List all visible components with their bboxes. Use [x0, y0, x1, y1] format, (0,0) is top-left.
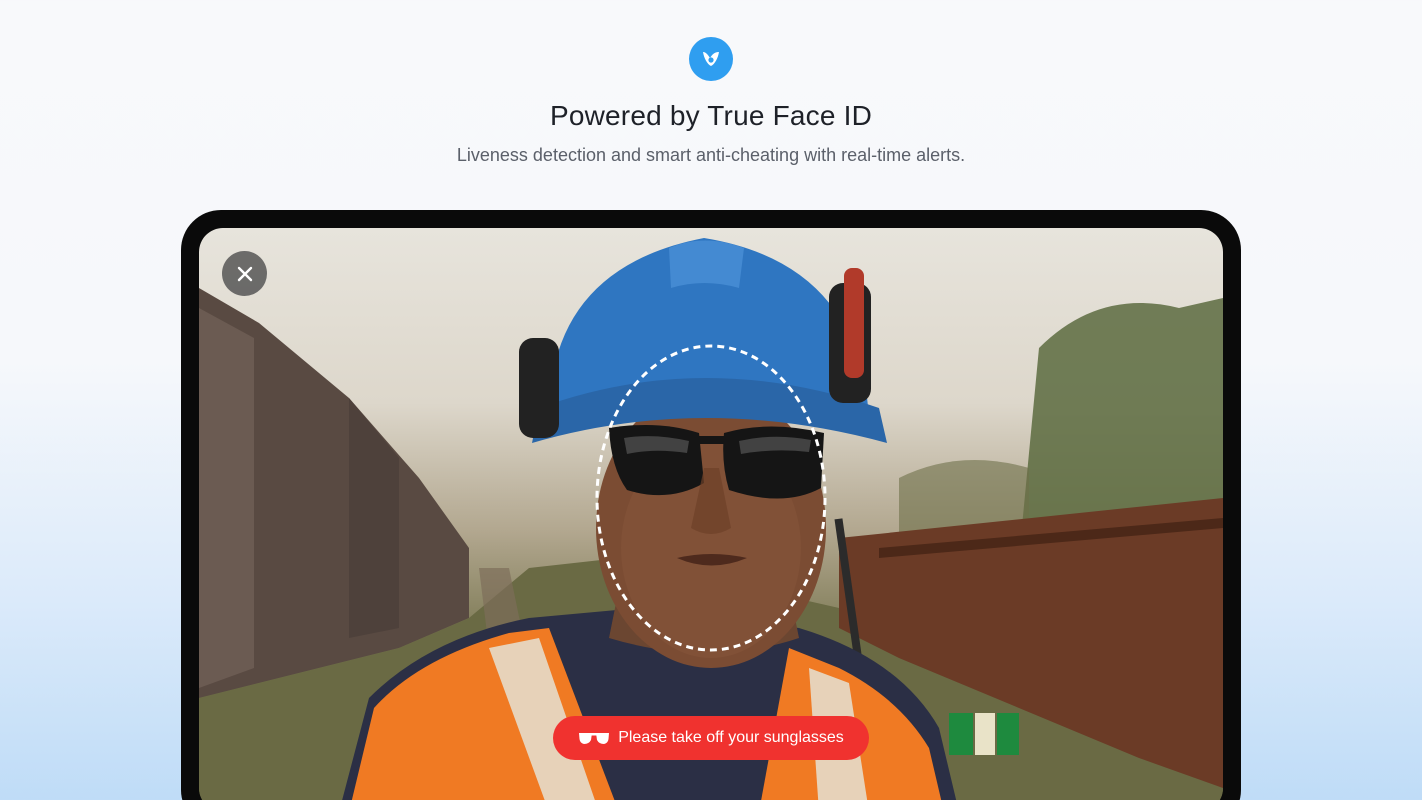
true-face-id-logo-icon — [689, 37, 733, 81]
camera-view: Please take off your sunglasses — [199, 228, 1223, 800]
page-subtitle: Liveness detection and smart anti-cheati… — [456, 145, 966, 165]
tablet-device-frame: Please take off your sunglasses — [181, 210, 1241, 800]
close-button[interactable] — [222, 251, 267, 296]
alert-text: Please take off your sunglasses — [618, 729, 844, 746]
ear-muff-left — [519, 338, 559, 438]
sunglasses-icon — [578, 730, 610, 746]
close-icon — [237, 266, 252, 281]
sunglasses-alert-banner: Please take off your sunglasses — [553, 716, 869, 760]
page-title: Powered by True Face ID — [549, 100, 873, 131]
camera-scene — [199, 238, 1223, 800]
green-marker — [949, 713, 973, 755]
